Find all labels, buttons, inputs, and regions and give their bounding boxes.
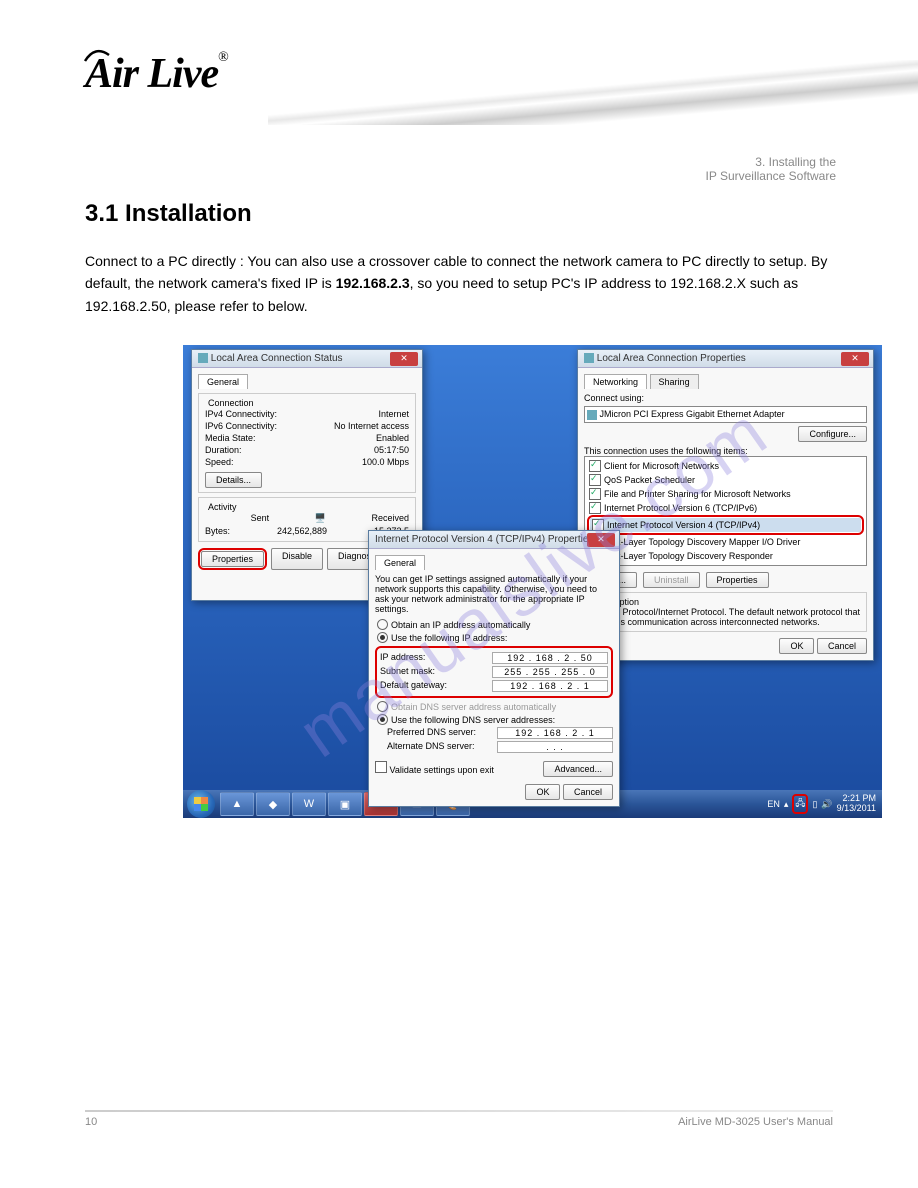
adapter-icon [587,410,597,420]
start-button[interactable] [187,790,215,818]
page-header: Air Live® [0,0,918,130]
list-item: Client for Microsoft Networks [587,459,864,473]
page-number: 10 [85,1116,97,1128]
radio-icon[interactable] [377,632,388,643]
checkbox-icon[interactable] [375,761,387,773]
ip-address-input[interactable]: 192 . 168 . 2 . 50 [492,652,608,664]
language-indicator[interactable]: EN [767,799,780,809]
close-icon[interactable]: ✕ [841,352,869,366]
cancel-button[interactable]: Cancel [817,638,867,654]
document-title: AirLive MD-3025 User's Manual [678,1116,833,1128]
configure-button[interactable]: Configure... [798,426,867,442]
dns2-input[interactable]: . . . [497,741,613,753]
section-number: 3. Installing theIP Surveillance Softwar… [705,155,836,183]
header-decoration [268,60,918,125]
list-item: File and Printer Sharing for Microsoft N… [587,487,864,501]
network-items-list[interactable]: Client for Microsoft Networks QoS Packet… [584,456,867,566]
window-icon [198,353,208,363]
window-titlebar[interactable]: Internet Protocol Version 4 (TCP/IPv4) P… [369,531,619,549]
radio-icon[interactable] [377,714,388,725]
checkbox-icon[interactable] [589,474,601,486]
checkbox-icon[interactable] [592,519,604,531]
body-paragraph: Connect to a PC directly : You can also … [85,250,835,317]
close-icon[interactable]: ✕ [390,352,418,366]
system-tray: EN ▴ 🖧 ▯ 🔊 2:21 PM9/13/2011 [767,794,882,814]
taskbar-app-icon[interactable]: ▲ [220,792,254,816]
radio-icon[interactable] [377,619,388,630]
taskbar-app-icon[interactable]: ◆ [256,792,290,816]
advanced-button[interactable]: Advanced... [543,761,613,777]
dns1-input[interactable]: 192 . 168 . 2 . 1 [497,727,613,739]
properties-button[interactable]: Properties [706,572,769,588]
ok-button[interactable]: OK [779,638,814,654]
subnet-mask-input[interactable]: 255 . 255 . 255 . 0 [492,666,608,678]
taskbar-app-icon[interactable]: W [292,792,326,816]
window-icon [584,353,594,363]
clock[interactable]: 2:21 PM9/13/2011 [837,794,876,814]
tab-networking[interactable]: Networking [584,374,647,389]
brand-logo: Air Live® [85,50,228,98]
properties-button[interactable]: Properties [201,551,264,567]
window-tcpip-properties: Internet Protocol Version 4 (TCP/IPv4) P… [368,530,620,807]
taskbar-app-icon[interactable]: ▣ [328,792,362,816]
section-title: 3.1 Installation [85,200,252,228]
network-icon: 🖥️ [315,513,326,524]
list-item: Link-Layer Topology Discovery Responder [587,549,864,563]
close-icon[interactable]: ✕ [587,533,615,547]
page-footer: 10 AirLive MD-3025 User's Manual [85,1116,833,1128]
disable-button[interactable]: Disable [271,548,323,570]
tab-sharing[interactable]: Sharing [650,374,699,389]
list-item: Internet Protocol Version 6 (TCP/IPv6) [587,501,864,515]
list-item: QoS Packet Scheduler [587,473,864,487]
tray-icon[interactable]: ▯ [812,799,817,810]
checkbox-icon[interactable] [589,488,601,500]
radio-icon [377,701,388,712]
screenshot-figure: manualslive.com Local Area Connection St… [183,345,882,818]
window-connection-properties: Local Area Connection Properties ✕ Netwo… [577,349,874,661]
cancel-button[interactable]: Cancel [563,784,613,800]
list-item: Internet Protocol Version 4 (TCP/IPv4) [590,518,861,532]
window-titlebar[interactable]: Local Area Connection Properties ✕ [578,350,873,368]
uninstall-button: Uninstall [643,572,700,588]
tab-general[interactable]: General [375,555,425,570]
tray-chevron-icon[interactable]: ▴ [784,799,789,810]
details-button[interactable]: Details... [205,472,262,488]
ok-button[interactable]: OK [525,784,560,800]
fieldset-connection: Connection IPv4 Connectivity:Internet IP… [198,393,416,493]
list-item: Link-Layer Topology Discovery Mapper I/O… [587,535,864,549]
tab-general[interactable]: General [198,374,248,389]
checkbox-icon[interactable] [589,460,601,472]
volume-icon[interactable]: 🔊 [821,799,832,810]
fieldset-description: Description Control Protocol/Internet Pr… [584,592,867,632]
gateway-input[interactable]: 192 . 168 . 2 . 1 [492,680,608,692]
highlighted-item: Internet Protocol Version 4 (TCP/IPv4) [587,515,864,535]
checkbox-icon[interactable] [589,502,601,514]
window-titlebar[interactable]: Local Area Connection Status ✕ [192,350,422,368]
network-tray-icon[interactable]: 🖧 [795,798,805,808]
